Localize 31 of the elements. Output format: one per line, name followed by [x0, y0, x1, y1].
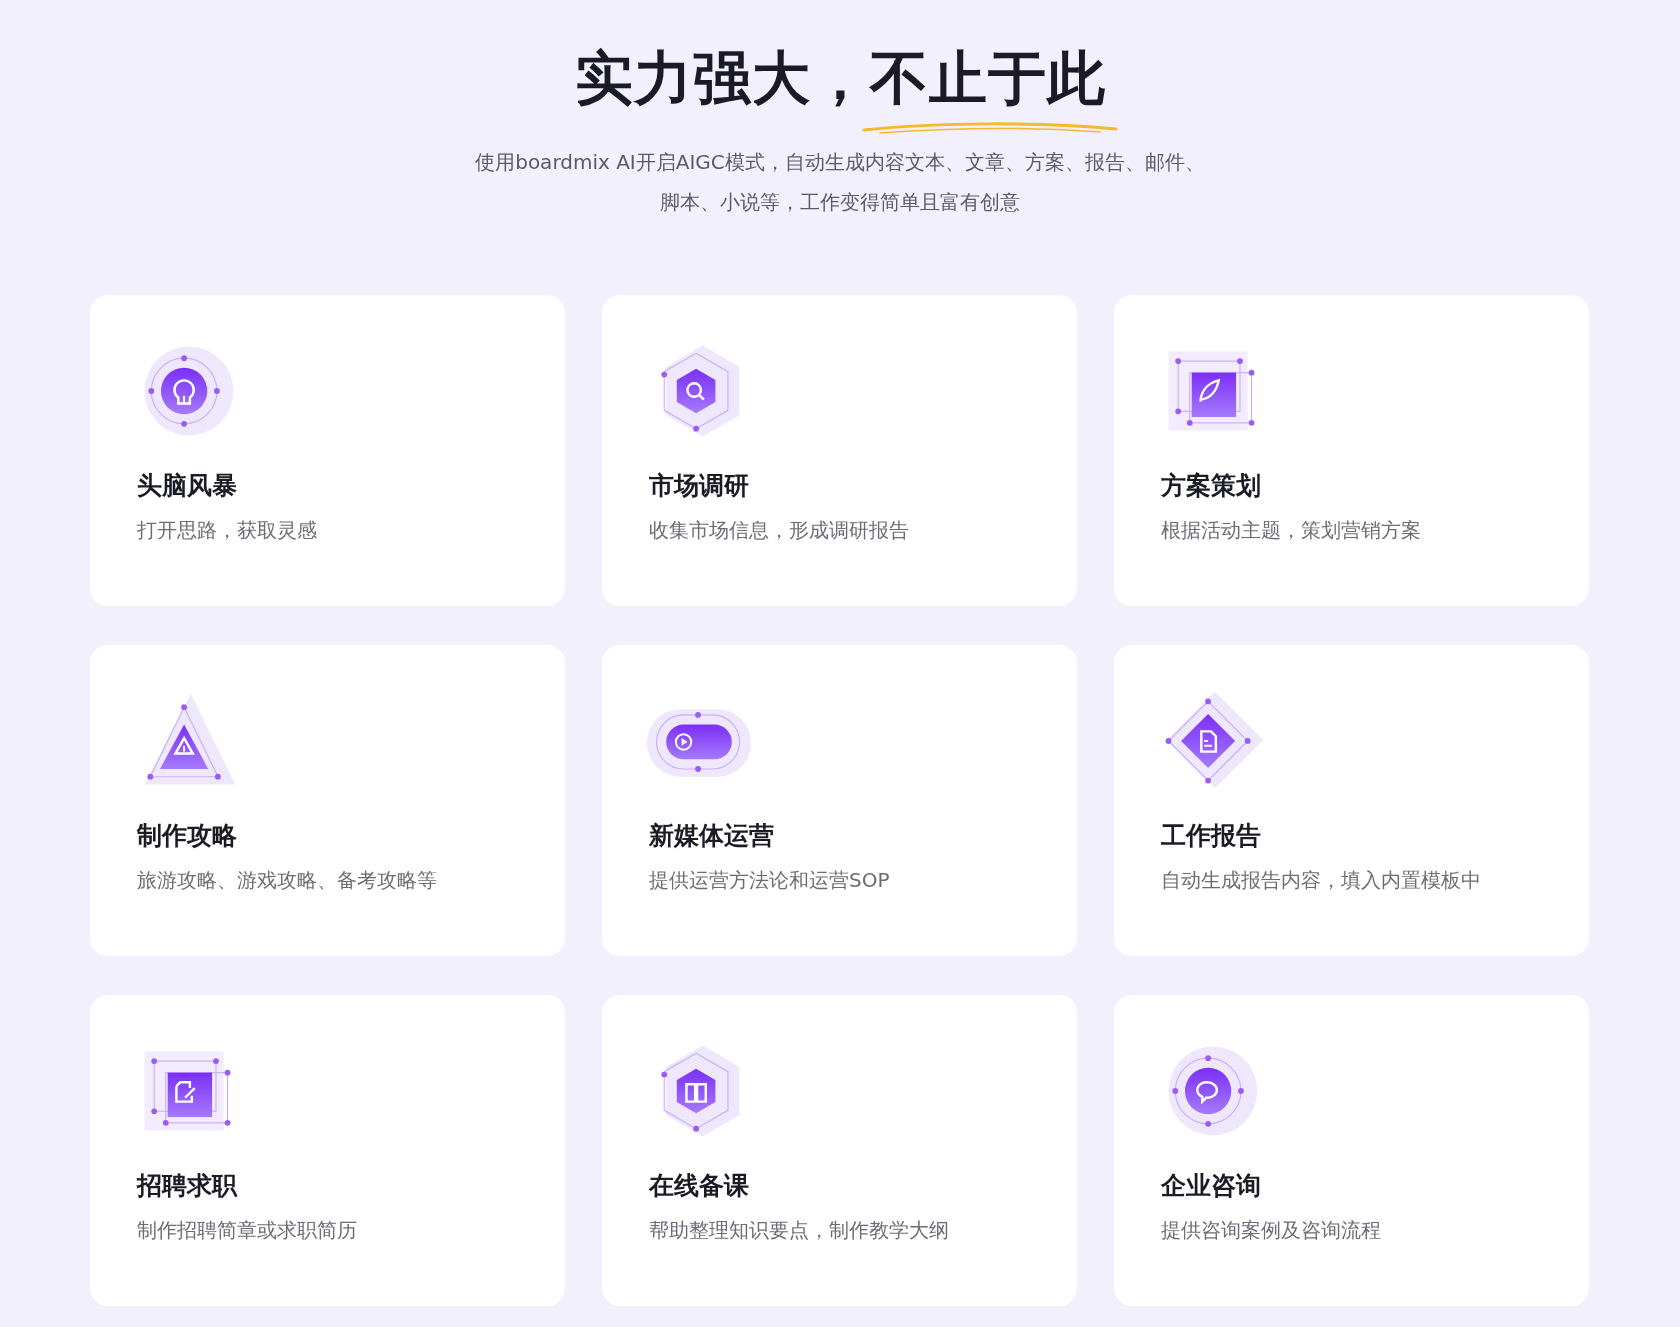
card-title: 在线备课: [649, 1170, 750, 1201]
card-title: 方案策划: [1161, 470, 1262, 501]
card-title: 企业咨询: [1161, 1170, 1262, 1201]
card-description: 制作招聘简章或求职简历: [137, 1216, 358, 1244]
card-description: 提供咨询案例及咨询流程: [1161, 1216, 1382, 1244]
feature-card[interactable]: 企业咨询 提供咨询案例及咨询流程: [1114, 994, 1589, 1306]
card-title: 新媒体运营: [649, 820, 775, 851]
card-title: 头脑风暴: [137, 470, 238, 501]
card-title: 工作报告: [1161, 820, 1262, 851]
heading: 实力强大，: [574, 44, 870, 112]
card-description: 收集市场信息，形成调研报告: [649, 516, 910, 544]
feature-card[interactable]: 头脑风暴 打开思路，获取灵感: [90, 294, 565, 606]
card-title: 制作攻略: [137, 820, 238, 851]
feature-card[interactable]: 招聘求职 制作招聘简章或求职简历: [90, 994, 565, 1306]
feature-card[interactable]: 工作报告 自动生成报告内容，填入内置模板中: [1114, 644, 1589, 956]
subtitle-line: 脚本、小说等，工作变得简单且富有创意: [659, 188, 1021, 216]
feature-card[interactable]: 市场调研 收集市场信息，形成调研报告: [602, 294, 1077, 606]
card-description: 根据活动主题，策划营销方案: [1161, 516, 1422, 544]
heading-highlight: 不止于此: [869, 44, 1106, 112]
feature-card[interactable]: 在线备课 帮助整理知识要点，制作教学大纲: [602, 994, 1077, 1306]
card-title: 市场调研: [649, 470, 750, 501]
feature-card[interactable]: 制作攻略 旅游攻略、游戏攻略、备考攻略等: [90, 644, 565, 956]
subtitle-line: 使用boardmix AI开启AIGC模式，自动生成内容文本、文章、方案、报告、邮件、: [474, 148, 1206, 176]
card-description: 提供运营方法论和运营SOP: [649, 866, 891, 894]
feature-card[interactable]: 新媒体运营 提供运营方法论和运营SOP: [602, 644, 1077, 956]
card-title: 招聘求职: [137, 1170, 239, 1201]
card-description: 打开思路，获取灵感: [137, 516, 318, 544]
card-description: 帮助整理知识要点，制作教学大纲: [649, 1216, 950, 1244]
card-description: 自动生成报告内容，填入内置模板中: [1161, 866, 1482, 894]
feature-card[interactable]: 方案策划 根据活动主题，策划营销方案: [1114, 294, 1589, 606]
card-description: 旅游攻略、游戏攻略、备考攻略等: [137, 866, 438, 894]
